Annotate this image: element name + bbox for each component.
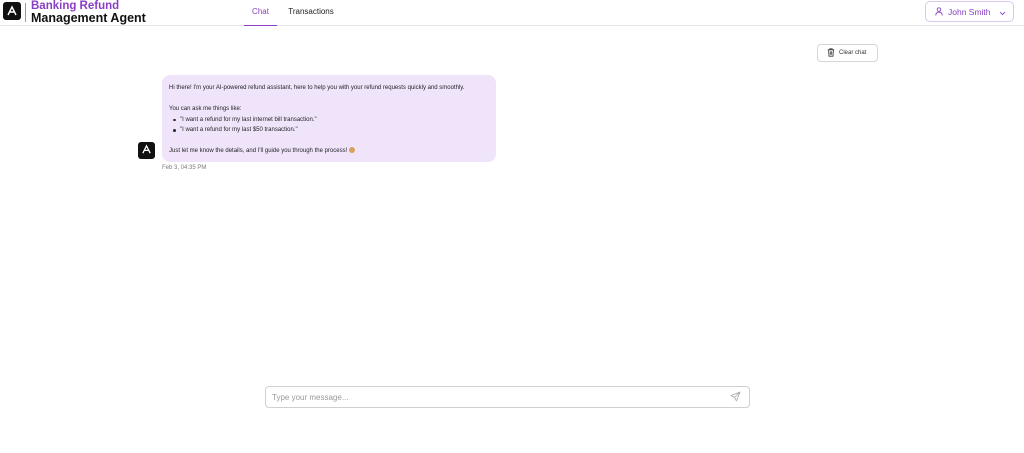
app-title: Banking Refund Management Agent xyxy=(31,0,146,25)
list-item: "I want a refund for my last internet bi… xyxy=(173,115,489,126)
message-input[interactable] xyxy=(272,390,712,405)
list-item: "I want a refund for my last $50 transac… xyxy=(173,125,489,136)
user-name: John Smith xyxy=(948,6,991,17)
message-timestamp: Feb 3, 04:35 PM xyxy=(162,165,207,171)
app-title-line2: Management Agent xyxy=(31,11,146,25)
message-closing: Just let me know the details, and I'll g… xyxy=(169,146,489,157)
tab-transactions[interactable]: Transactions xyxy=(283,0,339,26)
message-composer xyxy=(265,386,750,408)
clear-chat-button[interactable]: Clear chat xyxy=(817,44,878,62)
clear-chat-label: Clear chat xyxy=(839,50,867,56)
example-list: "I want a refund for my last internet bi… xyxy=(169,115,489,136)
user-menu-button[interactable]: John Smith xyxy=(925,1,1014,22)
message-closing-text: Just let me know the details, and I'll g… xyxy=(169,148,348,154)
bot-message-bubble: Hi there! I'm your AI-powered refund ass… xyxy=(162,75,496,162)
chevron-down-icon xyxy=(999,3,1006,21)
logo-divider xyxy=(25,3,26,22)
send-button[interactable] xyxy=(728,391,742,404)
user-icon xyxy=(935,3,943,21)
bot-avatar xyxy=(138,142,155,159)
tab-chat[interactable]: Chat xyxy=(244,0,277,26)
smile-emoji-icon xyxy=(349,147,356,153)
app-logo-icon xyxy=(3,2,21,20)
message-intro: You can ask me things like: xyxy=(169,106,242,112)
trash-icon xyxy=(827,44,835,62)
top-bar: Banking Refund Management Agent Chat Tra… xyxy=(0,0,1024,26)
send-icon xyxy=(730,389,741,407)
bot-logo-icon xyxy=(141,142,152,160)
message-greeting: Hi there! I'm your AI-powered refund ass… xyxy=(169,85,465,91)
